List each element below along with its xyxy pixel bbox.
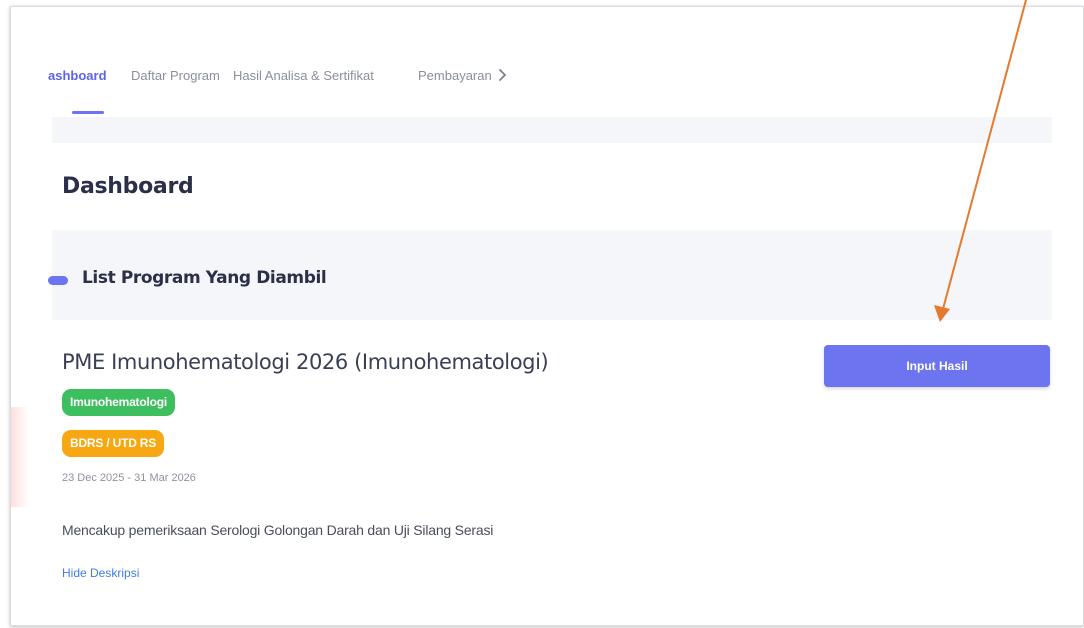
program-date-range: 23 Dec 2025 - 31 Mar 2026 bbox=[62, 472, 196, 484]
category-badge: Imunohematologi bbox=[62, 389, 175, 416]
active-tab-indicator bbox=[72, 111, 104, 114]
tab-dashboard[interactable]: ashboard bbox=[48, 68, 107, 83]
page-title: Dashboard bbox=[62, 174, 194, 199]
tab-daftar-program[interactable]: Daftar Program bbox=[131, 68, 220, 83]
tab-hasil-analisa[interactable]: Hasil Analisa & Sertifikat bbox=[233, 68, 374, 83]
tab-pembayaran[interactable]: Pembayaran bbox=[418, 68, 492, 83]
header-divider-band bbox=[52, 117, 1052, 143]
chevron-right-icon[interactable] bbox=[497, 68, 509, 87]
program-description: Mencakup pemeriksaan Serologi Golongan D… bbox=[62, 522, 494, 538]
section-marker bbox=[48, 276, 68, 285]
type-badge: BDRS / UTD RS bbox=[62, 430, 165, 457]
program-title: PME Imunohematologi 2026 (Imunohematolog… bbox=[62, 350, 549, 374]
hide-description-link[interactable]: Hide Deskripsi bbox=[62, 566, 139, 580]
edge-tint bbox=[11, 407, 29, 507]
section-title: List Program Yang Diambil bbox=[82, 268, 327, 288]
input-hasil-button[interactable]: Input Hasil bbox=[824, 345, 1050, 387]
